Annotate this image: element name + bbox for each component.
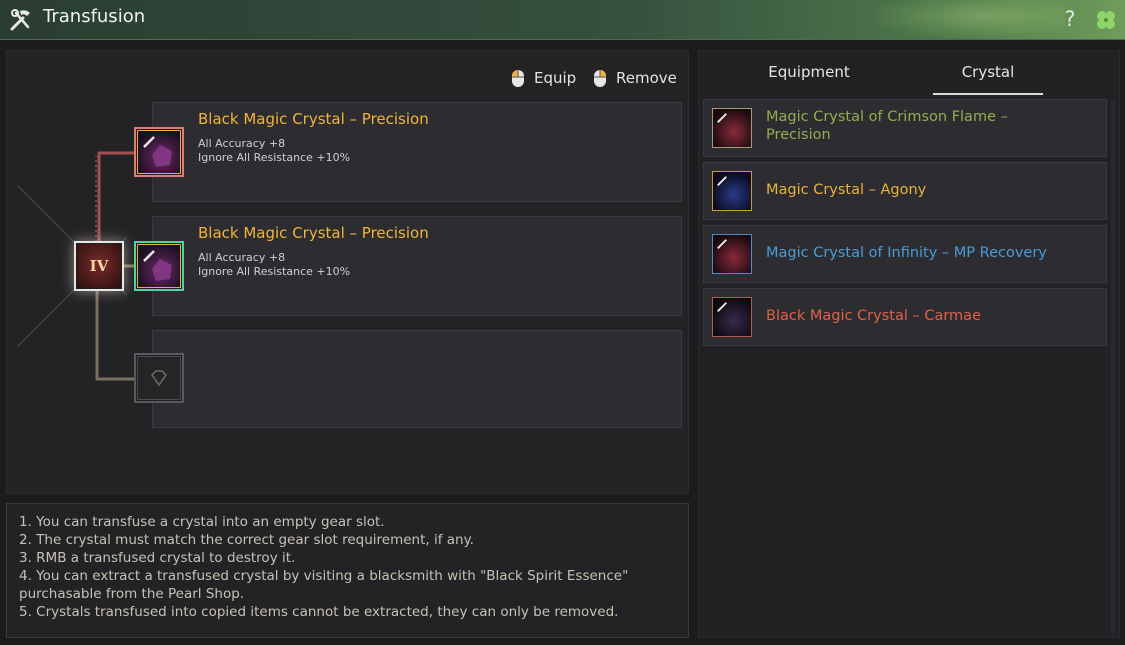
- empty-slot-gem-icon: [137, 356, 181, 400]
- crystal-list-item[interactable]: Magic Crystal of Crimson Flame – Precisi…: [703, 99, 1107, 157]
- window-title: Transfusion: [43, 6, 146, 27]
- rule-text: 3. RMB a transfused crystal to destroy i…: [19, 550, 296, 566]
- bottom-slot-connector: [95, 291, 135, 381]
- slot-stat: All Accuracy +8: [198, 251, 286, 264]
- slot-1-crystal[interactable]: [134, 127, 184, 177]
- rules-box: 1. You can transfuse a crystal into an e…: [6, 503, 689, 638]
- crystal-name: Black Magic Crystal – Carmae: [766, 308, 981, 324]
- black-crystal-icon: [137, 244, 181, 288]
- rule-text: 4. You can extract a transfused crystal …: [19, 568, 629, 602]
- slot-3-empty[interactable]: [134, 353, 184, 403]
- clover-icon[interactable]: [1093, 7, 1119, 33]
- enhance-level: IV: [89, 257, 109, 275]
- slot-stat: All Accuracy +8: [198, 137, 286, 150]
- tab-crystal[interactable]: Crystal: [933, 51, 1043, 95]
- slot-stat: Ignore All Resistance +10%: [198, 265, 351, 278]
- slot-stat: Ignore All Resistance +10%: [198, 151, 351, 164]
- tools-icon: [10, 9, 30, 31]
- rule-text: 1. You can transfuse a crystal into an e…: [19, 514, 385, 530]
- crystal-slot-3[interactable]: [152, 330, 682, 428]
- crystal-list-scrollbar[interactable]: [1111, 101, 1115, 633]
- infinity-crystal-icon: [712, 234, 752, 274]
- black-crystal-icon: [137, 130, 181, 174]
- crimson-crystal-icon: [712, 108, 752, 148]
- rule-text: 5. Crystals transfused into copied items…: [19, 604, 619, 620]
- tab-equipment[interactable]: Equipment: [734, 51, 884, 95]
- crystal-slot-1[interactable]: Black Magic Crystal – Precision All Accu…: [152, 102, 682, 202]
- title-bar: Transfusion ?: [0, 0, 1125, 40]
- help-button[interactable]: ?: [1060, 6, 1080, 32]
- crystal-list-item[interactable]: Magic Crystal – Agony: [703, 162, 1107, 220]
- crystal-name: Magic Crystal of Infinity – MP Recovery: [766, 245, 1047, 261]
- gear-item-slot[interactable]: IV: [74, 241, 124, 291]
- transfusion-panel: Equip Remove IV Black Magic Crystal – Pr…: [6, 50, 689, 494]
- carmae-crystal-icon: [712, 297, 752, 337]
- crystal-list-item[interactable]: Black Magic Crystal – Carmae: [703, 288, 1107, 346]
- crystal-list-item[interactable]: Magic Crystal of Infinity – MP Recovery: [703, 225, 1107, 283]
- gear-item-icon: IV: [77, 244, 121, 288]
- crystal-list-panel: Equipment Crystal Magic Crystal of Crims…: [698, 50, 1120, 638]
- agony-crystal-icon: [712, 171, 752, 211]
- crystal-name: Magic Crystal of Crimson Flame – Precisi…: [766, 109, 1008, 143]
- leaf-decoration: [865, 0, 1065, 40]
- slot-crystal-name: Black Magic Crystal – Precision: [198, 110, 429, 128]
- crystal-slot-2[interactable]: Black Magic Crystal – Precision All Accu…: [152, 216, 682, 316]
- slot-crystal-name: Black Magic Crystal – Precision: [198, 224, 429, 242]
- crystal-name: Magic Crystal – Agony: [766, 182, 927, 198]
- rule-text: 2. The crystal must match the correct ge…: [19, 532, 474, 548]
- slot-2-crystal[interactable]: [134, 241, 184, 291]
